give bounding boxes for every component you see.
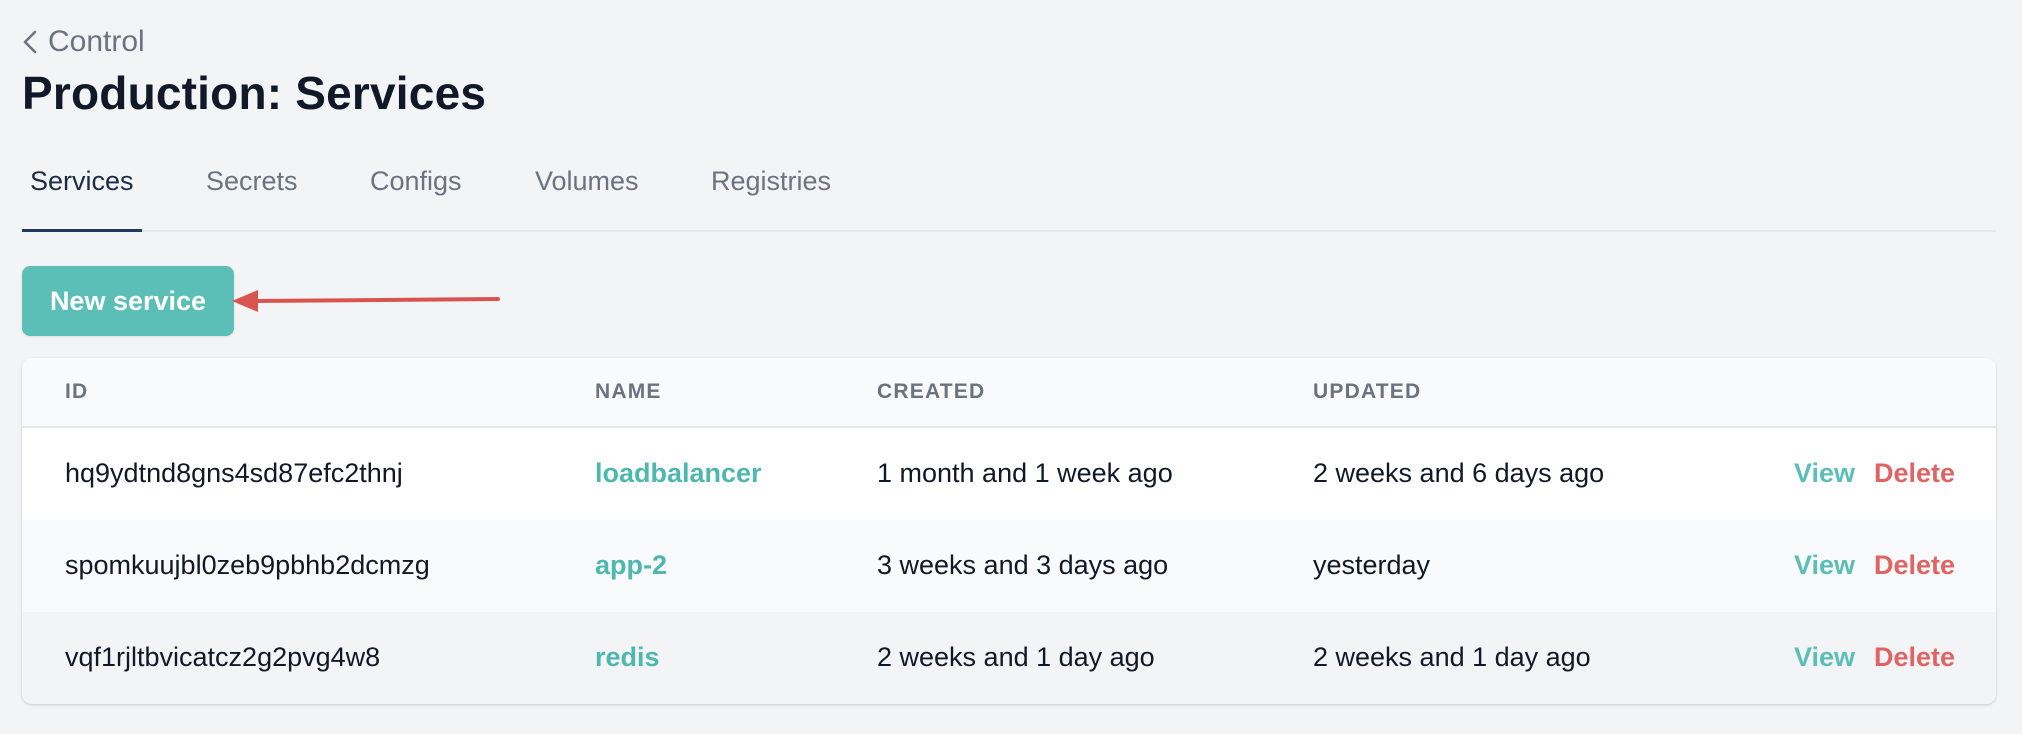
service-created: 3 weeks and 3 days ago (877, 550, 1169, 580)
tab-services[interactable]: Services (30, 166, 134, 197)
delete-link[interactable]: Delete (1874, 642, 1955, 673)
service-created: 2 weeks and 1 day ago (877, 642, 1155, 672)
service-id: hq9ydtnd8gns4sd87efc2thnj (65, 458, 403, 488)
service-name-link[interactable]: redis (595, 642, 660, 673)
column-header-created: CREATED (877, 380, 986, 403)
view-link[interactable]: View (1794, 458, 1855, 489)
chevron-left-icon (22, 29, 38, 55)
delete-link[interactable]: Delete (1874, 550, 1955, 581)
services-table: ID NAME CREATED UPDATED hq9ydtnd8gns4sd8… (22, 358, 1996, 704)
annotation-arrow-icon (232, 290, 500, 312)
back-link-control[interactable]: Control (22, 22, 145, 62)
service-name-link[interactable]: app-2 (595, 550, 667, 581)
service-updated: 2 weeks and 6 days ago (1313, 458, 1605, 488)
service-created: 1 month and 1 week ago (877, 458, 1173, 488)
service-name-link[interactable]: loadbalancer (595, 458, 762, 489)
tab-registries[interactable]: Registries (711, 166, 831, 197)
delete-link[interactable]: Delete (1874, 458, 1955, 489)
table-row: hq9ydtnd8gns4sd87efc2thnj loadbalancer 1… (22, 428, 1996, 520)
table-row: spomkuujbl0zeb9pbhb2dcmzg app-2 3 weeks … (22, 520, 1996, 612)
view-link[interactable]: View (1794, 642, 1855, 673)
tab-volumes[interactable]: Volumes (535, 166, 639, 197)
table-header: ID NAME CREATED UPDATED (22, 358, 1996, 428)
service-id: spomkuujbl0zeb9pbhb2dcmzg (65, 550, 430, 580)
table-row: vqf1rjltbvicatcz2g2pvg4w8 redis 2 weeks … (22, 612, 1996, 704)
page-title: Production: Services (22, 67, 487, 119)
new-service-button[interactable]: New service (22, 266, 234, 336)
tab-bar: Services Secrets Configs Volumes Registr… (22, 154, 1996, 232)
service-updated: yesterday (1313, 550, 1431, 580)
tab-configs[interactable]: Configs (370, 166, 462, 197)
view-link[interactable]: View (1794, 550, 1855, 581)
back-link-label: Control (48, 25, 145, 58)
service-updated: 2 weeks and 1 day ago (1313, 642, 1591, 672)
tab-secrets[interactable]: Secrets (206, 166, 298, 197)
active-tab-indicator (22, 229, 142, 232)
column-header-id: ID (65, 380, 89, 403)
column-header-updated: UPDATED (1313, 380, 1422, 403)
service-id: vqf1rjltbvicatcz2g2pvg4w8 (65, 642, 381, 672)
column-header-name: NAME (595, 380, 662, 403)
